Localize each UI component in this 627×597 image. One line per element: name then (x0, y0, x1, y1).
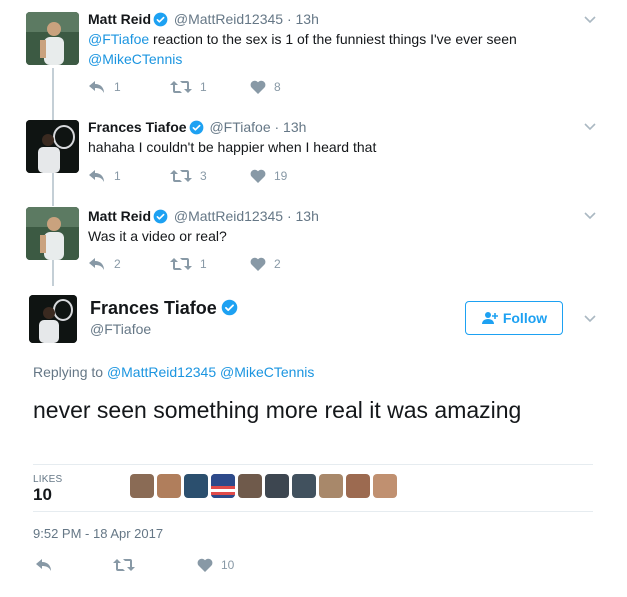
author-name[interactable]: Frances Tiafoe (88, 119, 187, 135)
chevron-down-icon[interactable] (583, 122, 597, 132)
chevron-down-icon[interactable] (583, 211, 597, 221)
tweet-actions: 10 (33, 558, 333, 576)
likes-count[interactable]: 10 (33, 485, 52, 505)
reply-button[interactable] (35, 558, 53, 572)
retweet-button[interactable]: 1 (170, 80, 207, 94)
tweet-body: reaction to the sex is 1 of the funniest… (149, 31, 517, 47)
like-count: 8 (274, 80, 281, 94)
liker-avatar[interactable] (157, 474, 181, 498)
thread-line (52, 260, 54, 286)
author-name[interactable]: Matt Reid (88, 11, 151, 27)
flag-icon (211, 474, 235, 498)
like-count: 19 (274, 169, 288, 183)
like-count: 10 (221, 558, 235, 572)
reply-button[interactable]: 1 (88, 80, 121, 94)
retweet-icon (113, 559, 135, 571)
retweet-icon (170, 81, 192, 93)
likes-label: LIKES (33, 474, 63, 485)
reply-count: 1 (114, 169, 121, 183)
retweet-count: 1 (200, 257, 207, 271)
retweet-count: 1 (200, 80, 207, 94)
reply-button[interactable]: 2 (88, 257, 121, 271)
author-name[interactable]: Matt Reid (88, 208, 151, 224)
like-count: 2 (274, 257, 281, 271)
author-handle[interactable]: @MattReid12345 (174, 11, 283, 27)
avatar[interactable] (26, 207, 79, 260)
retweet-button[interactable]: 1 (170, 257, 207, 271)
tweet-time[interactable]: · 13h (287, 208, 319, 224)
reply-icon (89, 170, 104, 182)
tweet-timestamp[interactable]: 9:52 PM - 18 Apr 2017 (33, 526, 163, 541)
retweet-count: 3 (200, 169, 207, 183)
heart-icon (197, 558, 213, 572)
tweet-header: Matt Reid @MattReid12345 · 13h (88, 10, 319, 28)
avatar[interactable] (29, 295, 77, 343)
liker-avatar[interactable] (130, 474, 154, 498)
reply-count: 1 (114, 80, 121, 94)
heart-icon (250, 80, 266, 94)
chevron-down-icon[interactable] (583, 314, 597, 324)
like-button[interactable]: 8 (250, 80, 281, 94)
retweet-icon (170, 258, 192, 270)
author-handle[interactable]: @MattReid12345 (174, 208, 283, 224)
liker-avatar[interactable] (265, 474, 289, 498)
reply-button[interactable]: 1 (88, 169, 121, 183)
liker-avatar[interactable] (184, 474, 208, 498)
liker-avatar[interactable] (211, 474, 235, 498)
chevron-down-icon[interactable] (583, 15, 597, 25)
mention-link[interactable]: @MikeCTennis (88, 51, 182, 67)
verified-badge-icon (189, 120, 203, 135)
tweet-time[interactable]: · 13h (275, 119, 307, 135)
author-handle[interactable]: @FTiafoe (90, 321, 151, 337)
author-name-text: Frances Tiafoe (90, 298, 217, 318)
add-user-icon (481, 312, 498, 324)
tweet-time[interactable]: · 13h (287, 11, 319, 27)
tweet-text: Was it a video or real? (88, 228, 227, 244)
liker-avatar[interactable] (346, 474, 370, 498)
verified-badge-icon (221, 299, 238, 316)
liker-avatar[interactable] (292, 474, 316, 498)
heart-icon (250, 169, 266, 183)
tweet-text: never seen something more real it was am… (33, 397, 522, 423)
tweet-header: Matt Reid @MattReid12345 · 13h (88, 207, 319, 225)
reply-icon (36, 559, 51, 571)
retweet-icon (170, 170, 192, 182)
follow-button[interactable]: Follow (465, 301, 563, 335)
avatar[interactable] (26, 12, 79, 65)
heart-icon (250, 257, 266, 271)
like-button[interactable]: 10 (197, 558, 234, 572)
author-name[interactable]: Frances Tiafoe (90, 296, 240, 320)
tweet-header: Frances Tiafoe @FTiafoe · 13h (88, 118, 306, 136)
like-button[interactable]: 2 (250, 257, 281, 271)
reply-count: 2 (114, 257, 121, 271)
replying-mentions[interactable]: @MattReid12345 @MikeCTennis (107, 364, 314, 380)
verified-badge-icon (153, 209, 168, 224)
like-button[interactable]: 19 (250, 169, 287, 183)
retweet-button[interactable]: 3 (170, 169, 207, 183)
divider (33, 511, 593, 512)
reply-icon (89, 81, 104, 93)
liker-avatar[interactable] (373, 474, 397, 498)
tweet-text: hahaha I couldn't be happier when I hear… (88, 139, 377, 155)
divider (33, 464, 593, 465)
liker-avatar[interactable] (238, 474, 262, 498)
replying-prefix: Replying to (33, 364, 104, 380)
avatar[interactable] (26, 120, 79, 173)
tweet-text: @FTiafoe reaction to the sex is 1 of the… (88, 29, 517, 69)
mention-link[interactable]: @FTiafoe (88, 31, 149, 47)
verified-badge-icon (153, 12, 168, 27)
reply-icon (89, 258, 104, 270)
follow-label: Follow (502, 310, 548, 326)
replying-to: Replying to @MattReid12345 @MikeCTennis (33, 364, 314, 380)
retweet-button[interactable] (113, 558, 135, 572)
author-handle[interactable]: @FTiafoe (209, 119, 270, 135)
thread-line (52, 68, 54, 120)
liker-avatar[interactable] (319, 474, 343, 498)
